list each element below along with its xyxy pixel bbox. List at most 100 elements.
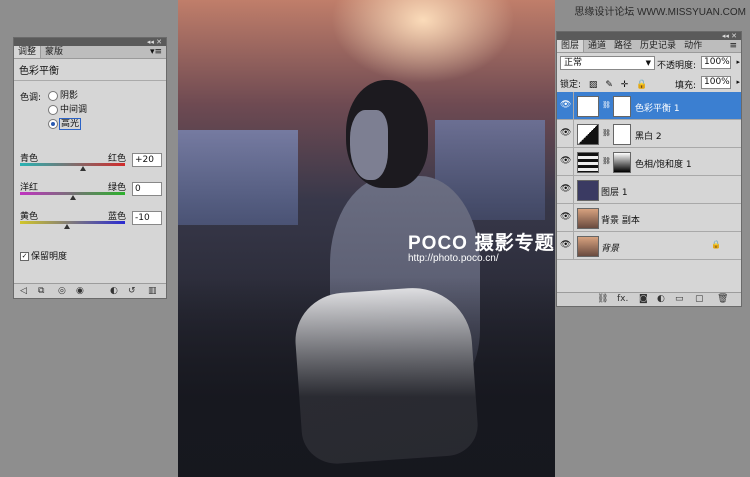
eye-icon[interactable]: 👁 bbox=[560, 156, 572, 166]
balance-icon bbox=[577, 96, 599, 117]
adjustments-panel: ◂◂ ✕ 调整 蒙版 ▾≡ 色彩平衡 色调: 阴影 中间调 高光 青色 红色 +2… bbox=[13, 37, 167, 299]
radio-shadows[interactable]: 阴影 bbox=[48, 88, 78, 101]
layer-thumb bbox=[577, 236, 599, 257]
collapse-icon[interactable]: ◂◂ ✕ bbox=[147, 38, 162, 46]
magenta-green-value[interactable]: 0 bbox=[132, 182, 162, 196]
opacity-field[interactable]: 100% ▸ bbox=[701, 56, 740, 69]
lock-all-icon[interactable]: 🔒 bbox=[636, 80, 647, 90]
cyan-red-thumb[interactable] bbox=[80, 166, 86, 171]
layer-background[interactable]: 👁 背景 🔒 bbox=[557, 232, 741, 260]
radio-midtones[interactable]: 中间调 bbox=[48, 102, 87, 115]
layer-name: 背景 bbox=[601, 244, 620, 254]
opacity-label: 不透明度: bbox=[657, 61, 697, 71]
magenta-green-thumb[interactable] bbox=[70, 195, 76, 200]
layers-toolbar: ⛓ fx. ◙ ◐ ▭ ▢ 🗑 bbox=[557, 292, 741, 306]
new-layer-icon[interactable]: ▢ bbox=[695, 294, 704, 304]
adjustments-titlebar[interactable]: ◂◂ ✕ bbox=[14, 38, 166, 46]
lock-paint-icon[interactable]: ✎ bbox=[605, 80, 613, 90]
layer-1[interactable]: 👁 图层 1 bbox=[557, 176, 741, 204]
lock-move-icon[interactable]: ✛ bbox=[621, 80, 629, 90]
arrow-right-icon[interactable]: ▸ bbox=[736, 57, 740, 68]
ground-shadow bbox=[178, 277, 555, 477]
link-icon[interactable]: ⛓ bbox=[602, 101, 611, 109]
eye-icon[interactable]: 👁 bbox=[560, 128, 572, 138]
link-icon[interactable]: ⛓ bbox=[602, 129, 611, 137]
new-group-icon[interactable]: ▭ bbox=[675, 294, 684, 304]
layer-name: 色相/饱和度 1 bbox=[635, 160, 692, 170]
expand-view-icon[interactable]: ⧉ bbox=[38, 286, 44, 296]
layers-tabs: 图层 通道 路径 历史记录 动作 ≡ bbox=[557, 40, 741, 53]
poco-logo: POCO 摄影专题 http://photo.poco.cn/ bbox=[408, 228, 555, 264]
layer-name: 黑白 2 bbox=[635, 132, 662, 142]
cyan-red-slider[interactable] bbox=[20, 163, 125, 166]
reset-icon[interactable]: ↺ bbox=[128, 286, 136, 296]
adjustment-layer-icon[interactable]: ◐ bbox=[657, 294, 665, 304]
fill-field[interactable]: 100% ▸ bbox=[701, 76, 740, 89]
tab-masks[interactable]: 蒙版 bbox=[41, 46, 67, 58]
eye-icon[interactable]: 👁 bbox=[560, 240, 572, 250]
fx-icon[interactable]: fx. bbox=[617, 294, 628, 304]
tab-layers[interactable]: 图层 bbox=[557, 40, 585, 52]
eye-icon[interactable]: 👁 bbox=[560, 212, 572, 222]
trash-icon[interactable]: 🗑 bbox=[717, 294, 728, 304]
tab-actions[interactable]: 动作 bbox=[680, 40, 706, 52]
yellow-blue-slider[interactable] bbox=[20, 221, 125, 224]
watermark: 思缘设计论坛 WWW.MISSYUAN.COM bbox=[574, 7, 746, 18]
layer-hue-saturation[interactable]: 👁 ⛓ 色相/饱和度 1 bbox=[557, 148, 741, 176]
view-previous-icon[interactable]: ◐ bbox=[110, 286, 118, 296]
layer-mask-thumb[interactable] bbox=[613, 96, 631, 117]
layer-name: 图层 1 bbox=[601, 188, 628, 198]
bw-icon bbox=[577, 124, 599, 145]
add-mask-icon[interactable]: ◙ bbox=[639, 294, 648, 304]
lock-row: 锁定: ▨ ✎ ✛ 🔒 bbox=[560, 77, 652, 90]
yellow-blue-value[interactable]: -10 bbox=[132, 211, 162, 225]
visibility-eye-icon[interactable]: ◉ bbox=[76, 286, 84, 296]
tab-channels[interactable]: 通道 bbox=[584, 40, 610, 52]
layer-color-balance[interactable]: 👁 ⛓ 色彩平衡 1 bbox=[557, 92, 741, 120]
panel-menu-icon[interactable]: ▾≡ bbox=[150, 46, 162, 58]
figure-face bbox=[350, 110, 388, 180]
eye-icon[interactable]: 👁 bbox=[560, 184, 572, 194]
checkmark-icon: ✓ bbox=[20, 252, 29, 261]
fill-label: 填充: bbox=[675, 81, 697, 91]
radio-icon bbox=[48, 90, 58, 101]
adjustment-title: 色彩平衡 bbox=[14, 59, 166, 81]
layer-thumb bbox=[577, 208, 599, 229]
blend-mode-select[interactable]: 正常 ▼ bbox=[560, 56, 655, 70]
radio-highlights[interactable]: 高光 bbox=[48, 116, 82, 130]
link-icon[interactable]: ⛓ bbox=[602, 157, 611, 165]
collapse-icon[interactable]: ◂◂ ✕ bbox=[722, 32, 737, 40]
photo-canvas[interactable]: POCO 摄影专题 http://photo.poco.cn/ bbox=[178, 0, 555, 477]
layer-list: 👁 ⛓ 色彩平衡 1 👁 ⛓ 黑白 2 👁 ⛓ 色相/饱和度 1 👁 图层 1 … bbox=[557, 92, 741, 260]
lock-label: 锁定: bbox=[560, 80, 582, 90]
layer-name: 背景 副本 bbox=[601, 216, 640, 226]
layer-mask-thumb[interactable] bbox=[613, 124, 631, 145]
layer-mask-thumb[interactable] bbox=[613, 152, 631, 173]
adjustments-tabs: 调整 蒙版 ▾≡ bbox=[14, 46, 166, 59]
panel-menu-icon[interactable]: ≡ bbox=[729, 40, 737, 52]
return-arrow-icon[interactable]: ◁ bbox=[20, 286, 27, 296]
background-window-left bbox=[178, 130, 298, 225]
lock-icon: 🔒 bbox=[711, 240, 721, 249]
cyan-red-value[interactable]: +20 bbox=[132, 153, 162, 167]
hue-icon bbox=[577, 152, 599, 173]
link-layers-icon[interactable]: ⛓ bbox=[597, 294, 608, 304]
layer-name: 色彩平衡 1 bbox=[635, 104, 680, 114]
logo-brand: POCO bbox=[408, 233, 468, 254]
layers-titlebar[interactable]: ◂◂ ✕ bbox=[557, 32, 741, 40]
lock-transparent-icon[interactable]: ▨ bbox=[589, 80, 598, 90]
layer-background-copy[interactable]: 👁 背景 副本 bbox=[557, 204, 741, 232]
arrow-right-icon[interactable]: ▸ bbox=[736, 77, 740, 88]
radio-selected-icon bbox=[48, 118, 58, 129]
layer-black-white[interactable]: 👁 ⛓ 黑白 2 bbox=[557, 120, 741, 148]
tab-history[interactable]: 历史记录 bbox=[636, 40, 680, 52]
eye-icon[interactable]: 👁 bbox=[560, 100, 572, 110]
layers-panel: ◂◂ ✕ 图层 通道 路径 历史记录 动作 ≡ 正常 ▼ 不透明度: 100% ▸ 锁定: … bbox=[556, 31, 742, 307]
tab-adjustments[interactable]: 调整 bbox=[14, 46, 42, 58]
delete-icon[interactable]: ▥ bbox=[148, 286, 157, 296]
preserve-luminosity-checkbox[interactable]: ✓ 保留明度 bbox=[20, 249, 67, 262]
clip-layer-icon[interactable]: ◎ bbox=[58, 286, 66, 296]
yellow-blue-thumb[interactable] bbox=[64, 224, 70, 229]
logo-sub: 摄影专题 bbox=[474, 233, 555, 254]
tab-paths[interactable]: 路径 bbox=[610, 40, 636, 52]
